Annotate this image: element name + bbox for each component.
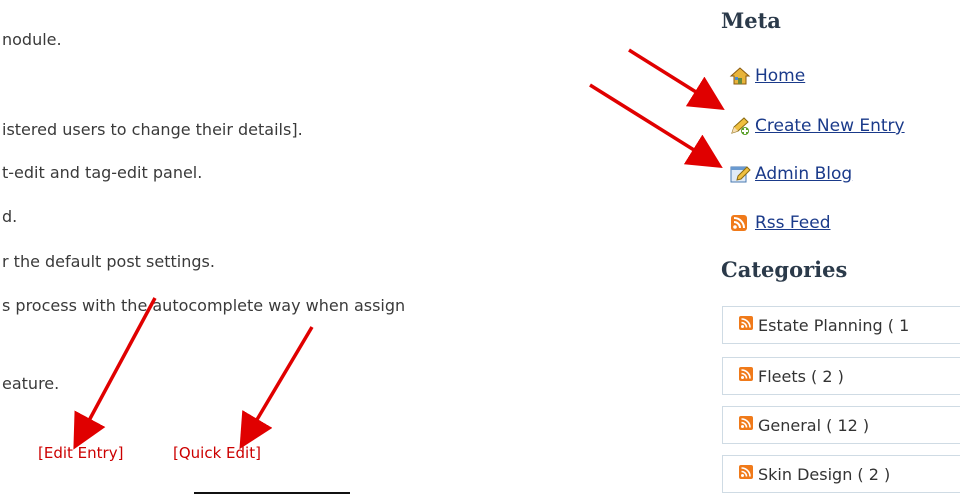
- meta-heading: Meta: [721, 8, 781, 33]
- category-link-estate-planning[interactable]: Estate Planning ( 1: [758, 316, 909, 335]
- category-item-estate-planning[interactable]: Estate Planning ( 1: [722, 306, 960, 344]
- rss-icon: [738, 315, 754, 335]
- content-line-6: s process with the autocomplete way when…: [2, 296, 406, 315]
- content-line-5: r the default post settings.: [2, 252, 215, 271]
- arrow-to-quick-edit: [239, 326, 314, 450]
- content-line-3: t-edit and tag-edit panel.: [2, 163, 203, 182]
- category-item-skin-design[interactable]: Skin Design ( 2 ): [722, 455, 960, 493]
- category-item-general[interactable]: General ( 12 ): [722, 406, 960, 444]
- meta-link-admin-blog[interactable]: Admin Blog: [755, 164, 852, 184]
- content-line-7: eature.: [2, 374, 60, 393]
- text-caret-bar: [194, 492, 350, 494]
- quick-edit-link[interactable]: [Quick Edit]: [173, 444, 261, 462]
- meta-item-create-new-entry[interactable]: Create New Entry: [729, 116, 905, 136]
- arrow-to-create-new-entry: [589, 83, 723, 168]
- meta-item-admin-blog[interactable]: Admin Blog: [729, 164, 852, 184]
- rss-icon: [729, 213, 751, 233]
- edit-entry-link[interactable]: [Edit Entry]: [38, 444, 123, 462]
- category-link-skin-design[interactable]: Skin Design ( 2 ): [758, 465, 890, 484]
- meta-item-rss-feed[interactable]: Rss Feed: [729, 213, 831, 233]
- pencil-icon: [729, 116, 751, 136]
- meta-link-rss-feed[interactable]: Rss Feed: [755, 213, 831, 233]
- content-line-4: d.: [2, 207, 18, 226]
- category-item-fleets[interactable]: Fleets ( 2 ): [722, 357, 960, 395]
- content-line-2: istered users to change their details].: [2, 120, 303, 139]
- home-icon: [729, 66, 751, 86]
- meta-link-create-new-entry[interactable]: Create New Entry: [755, 116, 905, 136]
- edit-document-icon: [729, 164, 751, 184]
- meta-item-home[interactable]: Home: [729, 66, 805, 86]
- meta-link-home[interactable]: Home: [755, 66, 805, 86]
- categories-heading: Categories: [721, 257, 848, 282]
- arrow-to-home: [628, 48, 725, 111]
- rss-icon: [738, 366, 754, 386]
- category-link-general[interactable]: General ( 12 ): [758, 416, 869, 435]
- arrow-to-edit-entry: [73, 297, 157, 450]
- content-line-1: nodule.: [2, 30, 62, 49]
- rss-icon: [738, 464, 754, 484]
- category-link-fleets[interactable]: Fleets ( 2 ): [758, 367, 844, 386]
- rss-icon: [738, 415, 754, 435]
